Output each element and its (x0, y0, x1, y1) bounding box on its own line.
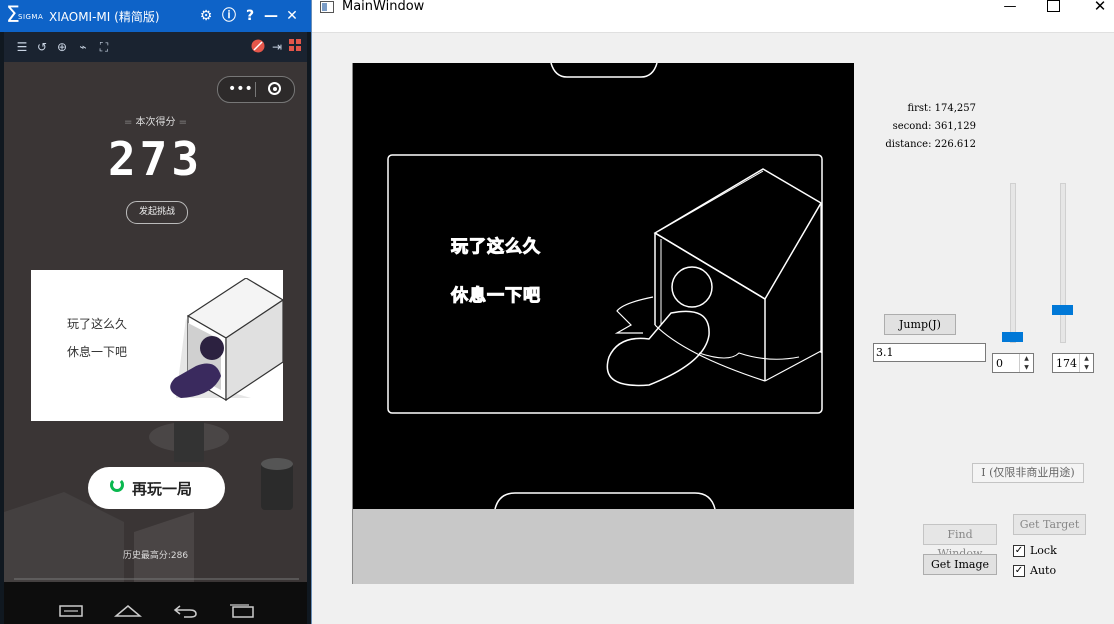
lock-checkbox[interactable]: ✓ Lock (1013, 544, 1083, 558)
window-minimize-icon[interactable]: — (1000, 0, 1020, 14)
replay-icon (110, 478, 124, 492)
rest-card-line1: 玩了这么久 (67, 317, 128, 331)
best-score-label: 历史最高分: (122, 551, 171, 561)
more-icon[interactable]: ••• (228, 80, 253, 98)
info-icon[interactable]: ⓘ (220, 7, 238, 25)
minimize-icon[interactable]: — (262, 7, 280, 25)
gear-icon[interactable]: ⚙ (197, 7, 215, 25)
phone-window-titlebar: Σ SIGMA XIAOMI-MI (精简版) ⚙ ⓘ ? — ✕ (0, 0, 311, 32)
spin-right-value: 174 (1056, 357, 1077, 370)
edge-text-line1: 玩了这么久 (451, 237, 541, 258)
mute-icon[interactable] (250, 39, 266, 55)
slider-right-thumb[interactable] (1052, 305, 1073, 315)
close-miniprogram-icon[interactable] (268, 82, 281, 95)
rest-card-illustration (170, 278, 283, 402)
score-label-text: 本次得分 (135, 117, 176, 128)
main-titlebar: MainWindow — ✕ (312, 0, 1114, 33)
edge-detection-image (353, 63, 854, 509)
help-icon[interactable]: ? (241, 7, 259, 25)
first-value: 174,257 (934, 103, 976, 114)
window-maximize-icon[interactable] (1047, 0, 1060, 12)
home-nav-icon[interactable] (114, 604, 142, 618)
info-first: first: 174,257 (872, 103, 976, 114)
main-window: MainWindow — ✕ 玩了这么久 休息一下吧 first: 174,25… (311, 0, 1114, 624)
replay-label: 再玩一局 (132, 480, 193, 498)
distance-label: distance: (885, 139, 932, 150)
spin-right-down-icon[interactable]: ▼ (1079, 363, 1093, 372)
phone-window-title: XIAOMI-MI (精简版) (49, 10, 160, 24)
spin-left-down-icon[interactable]: ▼ (1019, 363, 1033, 372)
game-screen: ••• = 本次得分 = 273 发起挑战 玩了这么久 休息一下吧 再玩一局 历… (4, 62, 307, 582)
auto-checkbox-box[interactable]: ✓ (1013, 565, 1025, 577)
menu-nav-icon[interactable] (59, 604, 83, 618)
back-nav-icon[interactable] (172, 604, 198, 618)
slider-left-thumb[interactable] (1002, 332, 1023, 342)
current-score: 273 (107, 132, 204, 186)
factor-input[interactable]: 3.1 (873, 343, 986, 362)
list-icon[interactable]: ☰ (14, 39, 30, 55)
info-second: second: 361,129 (872, 121, 976, 132)
lock-label: Lock (1030, 544, 1057, 557)
slider-left-track (1010, 183, 1016, 343)
miniprogram-capsule: ••• (217, 76, 295, 103)
rest-card: 玩了这么久 休息一下吧 (31, 270, 283, 421)
slider-left[interactable] (1002, 183, 1024, 343)
info-distance: distance: 226.612 (872, 139, 976, 150)
phone-mirror-window: Σ SIGMA XIAOMI-MI (精简版) ⚙ ⓘ ? — ✕ ☰ ↺ ⊕ … (0, 0, 311, 624)
slider-right[interactable] (1052, 183, 1074, 343)
score-label: = 本次得分 = (123, 117, 188, 128)
get-target-button[interactable]: Get Target (1013, 514, 1086, 535)
auto-checkbox[interactable]: ✓ Auto (1013, 564, 1083, 578)
best-score-value: 286 (170, 551, 189, 561)
sigma-logo-text: SIGMA (18, 13, 44, 21)
grid-icon[interactable] (287, 39, 303, 55)
recents-nav-icon[interactable] (229, 604, 255, 618)
replay-button[interactable]: 再玩一局 (88, 467, 225, 509)
challenge-button[interactable]: 发起挑战 (126, 201, 188, 224)
second-label: second: (892, 121, 932, 132)
best-score: 历史最高分:286 (4, 548, 307, 561)
get-image-button[interactable]: Get Image (923, 554, 997, 575)
wifi-icon[interactable]: ⌁ (75, 39, 91, 55)
main-window-title: MainWindow (342, 0, 425, 14)
first-label: first: (907, 103, 932, 114)
close-icon[interactable]: ✕ (283, 7, 301, 25)
fullscreen-icon[interactable]: ⛶ (96, 39, 112, 55)
spin-left-value: 0 (996, 357, 1003, 370)
spin-left-up-icon[interactable]: ▲ (1019, 354, 1033, 363)
jump-button[interactable]: Jump(J) (884, 314, 956, 335)
zoom-icon[interactable]: ⊕ (54, 39, 70, 55)
android-nav-bar (4, 582, 307, 624)
image-view: 玩了这么久 休息一下吧 (352, 63, 854, 584)
lock-checkbox-box[interactable]: ✓ (1013, 545, 1025, 557)
rest-card-line2: 休息一下吧 (67, 345, 128, 359)
spin-right-up-icon[interactable]: ▲ (1079, 354, 1093, 363)
distance-value: 226.612 (934, 139, 976, 150)
export-icon[interactable]: ⇥ (269, 39, 285, 55)
find-window-button[interactable]: Find Window (923, 524, 997, 560)
license-label: I (仅限非商业用途) (972, 463, 1084, 483)
edge-text-line2: 休息一下吧 (451, 286, 541, 307)
phone-toolbar: ☰ ↺ ⊕ ⌁ ⛶ ⇥ (4, 32, 307, 62)
second-value: 361,129 (934, 121, 976, 132)
spin-right[interactable]: 174 ▲ ▼ (1052, 353, 1094, 373)
slider-right-track (1060, 183, 1066, 343)
auto-label: Auto (1030, 564, 1057, 577)
rotate-icon[interactable]: ↺ (34, 39, 50, 55)
spin-left[interactable]: 0 ▲ ▼ (992, 353, 1034, 373)
window-close-icon[interactable]: ✕ (1090, 0, 1110, 15)
app-icon (320, 1, 334, 13)
